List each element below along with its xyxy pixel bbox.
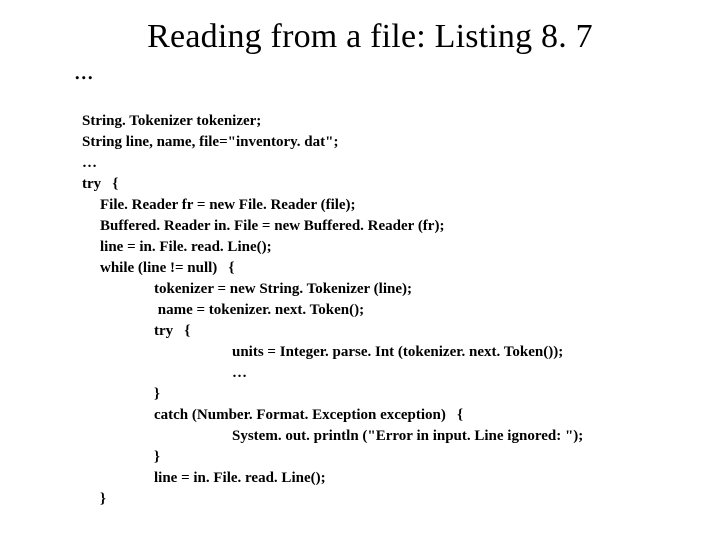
code-line: tokenizer = new String. Tokenizer (line)… bbox=[82, 281, 412, 297]
code-line: try { bbox=[82, 323, 190, 339]
code-line: catch (Number. Format. Exception excepti… bbox=[82, 407, 463, 423]
code-line: line = in. File. read. Line(); bbox=[82, 239, 272, 255]
code-line: String line, name, file="inventory. dat"… bbox=[82, 134, 338, 150]
code-line: } bbox=[82, 386, 160, 402]
leading-ellipsis: ... bbox=[74, 58, 680, 84]
code-line: String. Tokenizer tokenizer; bbox=[82, 113, 261, 129]
page-title: Reading from a file: Listing 8. 7 bbox=[60, 18, 680, 56]
code-line: Buffered. Reader in. File = new Buffered… bbox=[82, 218, 444, 234]
code-line: while (line != null) { bbox=[82, 260, 234, 276]
code-line: … bbox=[82, 365, 247, 381]
code-line: units = Integer. parse. Int (tokenizer. … bbox=[82, 344, 563, 360]
code-line: line = in. File. read. Line(); bbox=[82, 470, 326, 486]
code-line: System. out. println ("Error in input. L… bbox=[82, 428, 583, 444]
code-line: } bbox=[82, 491, 106, 507]
code-line: … bbox=[82, 155, 97, 171]
code-line: name = tokenizer. next. Token(); bbox=[82, 302, 364, 318]
code-block: String. Tokenizer tokenizer; String line… bbox=[82, 90, 680, 510]
code-line: File. Reader fr = new File. Reader (file… bbox=[82, 197, 356, 213]
code-line: try { bbox=[82, 176, 118, 192]
code-line: } bbox=[82, 449, 160, 465]
slide: Reading from a file: Listing 8. 7 ... St… bbox=[0, 0, 720, 540]
